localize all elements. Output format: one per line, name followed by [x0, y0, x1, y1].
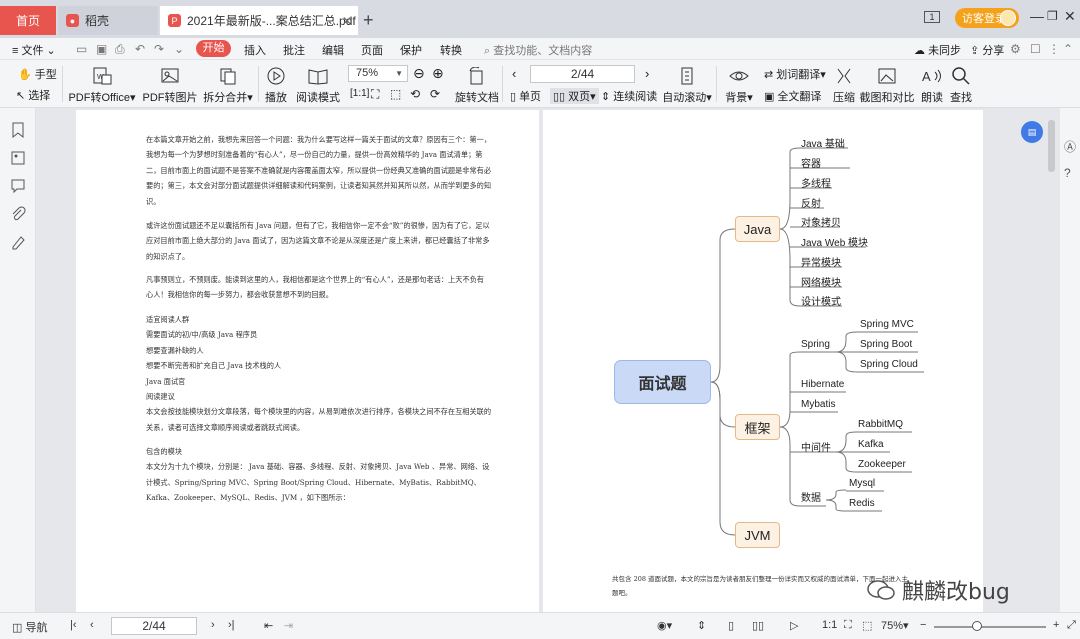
single-page-status-icon[interactable]: ▯: [728, 619, 734, 632]
mindmap-node-middleware: 中间件: [801, 443, 831, 454]
mindmap-node: 设计模式: [801, 297, 841, 308]
last-page-icon[interactable]: ›|: [228, 619, 235, 631]
mindmap-branch-java: Java: [735, 216, 780, 242]
next-page-status-icon[interactable]: ›: [211, 619, 215, 631]
eye-mode-icon[interactable]: ◉▾: [657, 619, 672, 632]
double-page-status-icon[interactable]: ▯▯: [752, 619, 764, 632]
mindmap-node: Mysql: [849, 478, 876, 489]
scrollbar-thumb[interactable]: [1048, 120, 1055, 172]
zoom-out-status-icon[interactable]: −: [920, 619, 926, 631]
status-zoom[interactable]: 75%▾: [881, 619, 909, 632]
mindmap-node: 反射: [801, 199, 821, 210]
watermark: 麒麟改bug: [866, 574, 1010, 606]
help-icon[interactable]: ?: [1064, 166, 1071, 180]
mindmap-node: Java Web 模块: [801, 238, 869, 249]
zoom-in-status-icon[interactable]: +: [1053, 619, 1059, 631]
mindmap-node: Spring Cloud: [860, 359, 918, 370]
back-icon[interactable]: ⇤: [264, 619, 273, 632]
mindmap-node: 多线程: [801, 179, 831, 190]
mindmap-node-spring: Spring: [801, 339, 830, 350]
mindmap-node-data: 数据: [801, 493, 821, 504]
play-status-icon[interactable]: ▷: [790, 619, 798, 632]
navigation-button[interactable]: ◫ 导航: [12, 619, 47, 635]
fit-width-status-icon[interactable]: ⬚: [862, 619, 872, 632]
prev-page-status-icon[interactable]: ‹: [90, 619, 94, 631]
status-page-input[interactable]: 2/44: [111, 617, 197, 635]
continuous-status-icon[interactable]: ⇕: [697, 619, 706, 632]
mindmap-root: 面试题: [614, 360, 711, 404]
mindmap-branch-jvm: JVM: [735, 522, 780, 548]
mindmap-node: Kafka: [858, 439, 884, 450]
mindmap-node: Spring MVC: [860, 319, 914, 330]
mindmap-node: 网络模块: [801, 278, 841, 289]
mindmap-node: Redis: [849, 498, 875, 509]
first-page-icon[interactable]: |‹: [70, 619, 77, 631]
fullscreen-icon[interactable]: ⤢: [1067, 619, 1076, 632]
vertical-scrollbar[interactable]: [1048, 110, 1056, 610]
properties-icon[interactable]: Ⓐ: [1064, 138, 1076, 155]
zoom-slider-knob[interactable]: [972, 621, 982, 631]
right-sidebar: Ⓐ ?: [1060, 108, 1080, 612]
mindmap-node: 异常模块: [801, 258, 841, 269]
zoom-slider[interactable]: [934, 626, 1046, 628]
mindmap-node: 容器: [801, 159, 821, 170]
mindmap-node-hibernate: Hibernate: [801, 379, 845, 390]
mindmap-branch-framework: 框架: [735, 414, 780, 440]
actual-size-status-icon[interactable]: 1:1: [822, 619, 837, 631]
mindmap-node: Zookeeper: [858, 459, 906, 470]
mindmap-node: RabbitMQ: [858, 419, 904, 430]
mindmap-node: Java 基础: [801, 139, 845, 150]
fit-status-icon[interactable]: ⛶: [844, 619, 852, 632]
mindmap-node: Spring Boot: [860, 339, 913, 350]
ai-assistant-button[interactable]: ▤: [1021, 121, 1043, 143]
wechat-icon: [867, 580, 895, 600]
forward-icon[interactable]: ⇥: [284, 619, 293, 632]
mindmap-connectors: [710, 147, 924, 536]
mindmap-node: 对象拷贝: [801, 218, 841, 229]
status-bar: ◫ 导航 |‹ ‹ 2/44 › ›| ⇤ ⇥ ◉▾ ⇕ ▯ ▯▯ ▷ 1:1 …: [0, 612, 1080, 639]
mindmap-node-mybatis: Mybatis: [801, 399, 836, 410]
